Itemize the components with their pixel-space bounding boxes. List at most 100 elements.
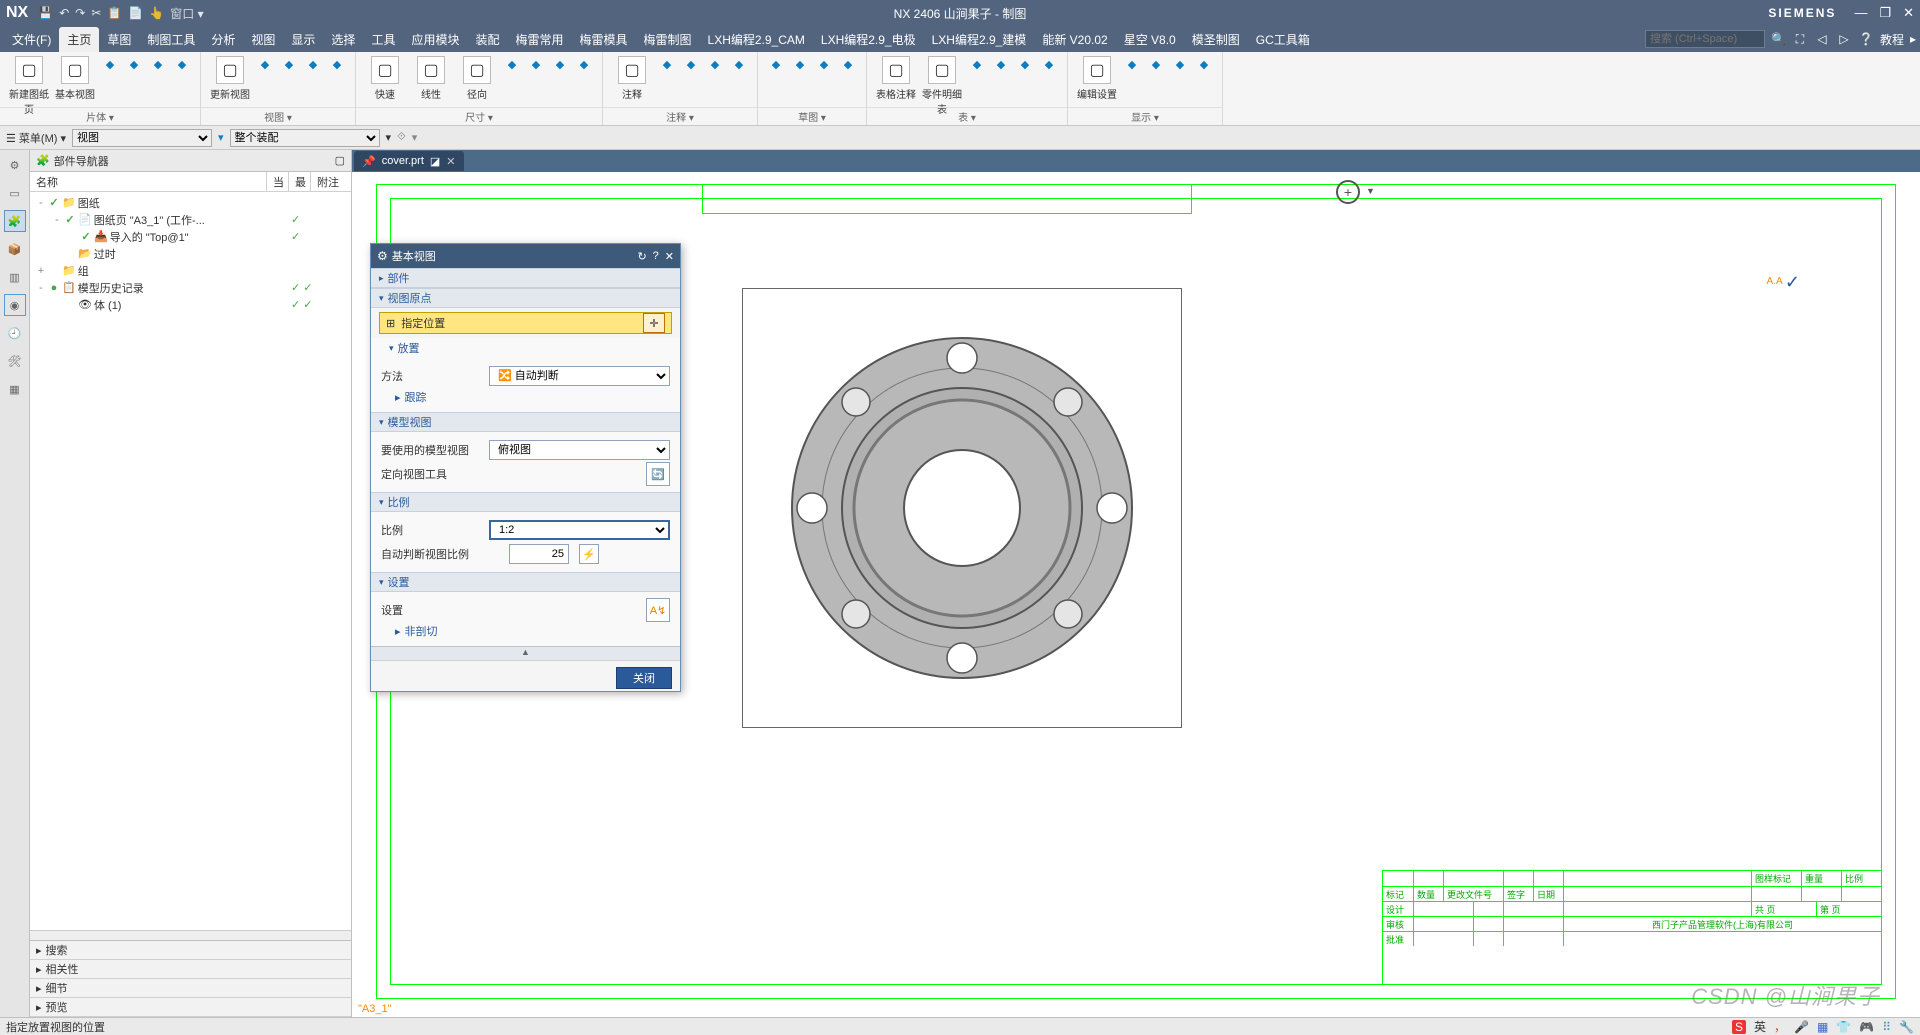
menu-button[interactable]: ☰ 菜单(M) ▾ bbox=[6, 130, 66, 146]
group-label[interactable]: 草图 ▾ bbox=[758, 107, 866, 125]
menu-tab-16[interactable]: LXH编程2.9_建模 bbox=[924, 27, 1035, 52]
ribbon-btn-线性[interactable]: ▢线性 bbox=[410, 54, 452, 101]
nav-back-icon[interactable]: ◁ bbox=[1814, 31, 1830, 47]
ime-punct-icon[interactable]: ， bbox=[1774, 1018, 1786, 1035]
view-compass-icon[interactable] bbox=[1336, 180, 1360, 204]
accordion-细节[interactable]: ▸细节 bbox=[30, 979, 351, 998]
paste-icon[interactable]: 📄 bbox=[128, 6, 143, 20]
scale-select[interactable]: 1:2 bbox=[489, 520, 670, 540]
tree-row[interactable]: 👁体 (1)✓ ✓ bbox=[30, 296, 351, 313]
ribbon-small-icon[interactable]: ◆ bbox=[681, 54, 701, 74]
ribbon-small-icon[interactable]: ◆ bbox=[1122, 54, 1142, 74]
ribbon-small-icon[interactable]: ◆ bbox=[148, 54, 168, 74]
menu-tab-18[interactable]: 星空 V8.0 bbox=[1116, 27, 1184, 52]
nav-tree[interactable]: -✓📁图纸-✓📄图纸页 "A3_1" (工作-...✓✓📥导入的 "Top@1"… bbox=[30, 192, 351, 930]
section-settings[interactable]: ▾设置 bbox=[371, 572, 680, 592]
col-current[interactable]: 当 bbox=[267, 172, 289, 191]
menu-tab-14[interactable]: LXH编程2.9_CAM bbox=[700, 27, 813, 52]
filter-drop-icon[interactable]: ▾ bbox=[386, 131, 392, 144]
fullscreen-icon[interactable]: ⛶ bbox=[1792, 31, 1808, 47]
compass-drop-icon[interactable]: ▼ bbox=[1366, 186, 1375, 196]
ribbon-small-icon[interactable]: ◆ bbox=[705, 54, 725, 74]
filter-select-2[interactable]: 整个装配 bbox=[230, 129, 380, 147]
orient-tool-button[interactable]: 🔄 bbox=[646, 462, 670, 486]
tree-row[interactable]: -✓📁图纸 bbox=[30, 194, 351, 211]
ribbon-small-icon[interactable]: ◆ bbox=[657, 54, 677, 74]
rb-layer-icon[interactable]: ▥ bbox=[4, 266, 26, 288]
menu-tab-17[interactable]: 能新 V20.02 bbox=[1034, 27, 1115, 52]
doc-tab-cover[interactable]: 📌 cover.prt ◪ ✕ bbox=[354, 151, 464, 171]
accordion-预览[interactable]: ▸预览 bbox=[30, 998, 351, 1017]
tree-row[interactable]: 📂过时 bbox=[30, 245, 351, 262]
track-expander[interactable]: ▸跟踪 bbox=[381, 388, 670, 406]
rb-partnav-icon[interactable]: 🧩 bbox=[4, 210, 26, 232]
ribbon-btn-更新视图[interactable]: ▢更新视图 bbox=[209, 54, 251, 101]
menu-tab-3[interactable]: 制图工具 bbox=[139, 27, 203, 52]
ribbon-small-icon[interactable]: ◆ bbox=[327, 54, 347, 74]
accordion-搜索[interactable]: ▸搜索 bbox=[30, 941, 351, 960]
menu-tab-0[interactable]: 文件(F) bbox=[4, 27, 59, 52]
menu-tab-4[interactable]: 分析 bbox=[203, 27, 243, 52]
nav-close-icon[interactable]: ▢ bbox=[335, 154, 345, 167]
tree-row[interactable]: ✓📥导入的 "Top@1"✓ bbox=[30, 228, 351, 245]
dialog-rollup[interactable]: ▲ bbox=[371, 646, 680, 660]
ribbon-btn-径向[interactable]: ▢径向 bbox=[456, 54, 498, 101]
ime-lang[interactable]: 英 bbox=[1754, 1018, 1766, 1035]
accordion-相关性[interactable]: ▸相关性 bbox=[30, 960, 351, 979]
help-icon[interactable]: ❔ bbox=[1858, 31, 1874, 47]
filter-select-1[interactable]: 视图 bbox=[72, 129, 212, 147]
ime-mic-icon[interactable]: 🎤 bbox=[1794, 1020, 1809, 1034]
ribbon-btn-注释[interactable]: ▢注释 bbox=[611, 54, 653, 101]
ribbon-small-icon[interactable]: ◆ bbox=[526, 54, 546, 74]
dialog-close-icon[interactable]: ✕ bbox=[665, 250, 674, 263]
dialog-title-bar[interactable]: ⚙ 基本视图 ↻ ? ✕ bbox=[371, 244, 680, 268]
ribbon-small-icon[interactable]: ◆ bbox=[574, 54, 594, 74]
tutorial-play-icon[interactable]: ▸ bbox=[1910, 32, 1916, 46]
ribbon-small-icon[interactable]: ◆ bbox=[303, 54, 323, 74]
method-select[interactable]: 🔀 自动判断 bbox=[489, 366, 670, 386]
group-label[interactable]: 显示 ▾ bbox=[1068, 107, 1222, 125]
ribbon-small-icon[interactable]: ◆ bbox=[279, 54, 299, 74]
minimize-icon[interactable]: — bbox=[1854, 5, 1867, 21]
section-modelview[interactable]: ▾模型视图 bbox=[371, 412, 680, 432]
pick-location-button[interactable]: ✛ bbox=[643, 313, 665, 333]
top-view-preview[interactable] bbox=[742, 288, 1182, 728]
section-scale[interactable]: ▾比例 bbox=[371, 492, 680, 512]
rb-constraint-icon[interactable]: ▭ bbox=[4, 182, 26, 204]
ribbon-small-icon[interactable]: ◆ bbox=[790, 54, 810, 74]
rb-clock-icon[interactable]: 🕘 bbox=[4, 322, 26, 344]
tutorial-link[interactable]: 教程 bbox=[1880, 31, 1904, 48]
rb-sheet-icon[interactable]: ▦ bbox=[4, 378, 26, 400]
section-placement[interactable]: ▾放置 bbox=[371, 338, 680, 358]
ribbon-btn-编辑设置[interactable]: ▢编辑设置 bbox=[1076, 54, 1118, 101]
ribbon-small-icon[interactable]: ◆ bbox=[172, 54, 192, 74]
ribbon-small-icon[interactable]: ◆ bbox=[1146, 54, 1166, 74]
dialog-reset-icon[interactable]: ↻ bbox=[637, 250, 646, 263]
ribbon-small-icon[interactable]: ◆ bbox=[100, 54, 120, 74]
ime-skin-icon[interactable]: 👕 bbox=[1836, 1020, 1851, 1034]
tree-row[interactable]: +📁组 bbox=[30, 262, 351, 279]
rb-tools-icon[interactable]: 🛠 bbox=[4, 350, 26, 372]
tab-pin-icon[interactable]: 📌 bbox=[362, 155, 376, 168]
section-origin[interactable]: ▾视图原点 bbox=[371, 288, 680, 308]
ribbon-small-icon[interactable]: ◆ bbox=[991, 54, 1011, 74]
nav-fwd-icon[interactable]: ▷ bbox=[1836, 31, 1852, 47]
menu-tab-11[interactable]: 梅雷常用 bbox=[507, 27, 571, 52]
save-icon[interactable]: 💾 bbox=[38, 6, 53, 20]
undo-icon[interactable]: ↶ bbox=[59, 6, 69, 20]
rb-history-icon[interactable]: ◉ bbox=[4, 294, 26, 316]
nonsection-expander[interactable]: ▸非剖切 bbox=[381, 622, 670, 640]
search-icon[interactable]: 🔍 bbox=[1771, 32, 1786, 46]
cut-icon[interactable]: ✂ bbox=[91, 6, 101, 20]
tab-close-icon[interactable]: ✕ bbox=[446, 155, 455, 168]
ime-sogou-icon[interactable]: S bbox=[1732, 1020, 1746, 1034]
menu-tab-10[interactable]: 装配 bbox=[467, 27, 507, 52]
ribbon-small-icon[interactable]: ◆ bbox=[1194, 54, 1214, 74]
ribbon-small-icon[interactable]: ◆ bbox=[1015, 54, 1035, 74]
tree-row[interactable]: -●📋模型历史记录✓ ✓ bbox=[30, 279, 351, 296]
autoscale-button[interactable]: ⚡ bbox=[579, 544, 599, 564]
ribbon-small-icon[interactable]: ◆ bbox=[838, 54, 858, 74]
filter-tool-1[interactable]: ⟐ bbox=[397, 131, 406, 144]
ribbon-small-icon[interactable]: ◆ bbox=[967, 54, 987, 74]
redo-icon[interactable]: ↷ bbox=[75, 6, 85, 20]
